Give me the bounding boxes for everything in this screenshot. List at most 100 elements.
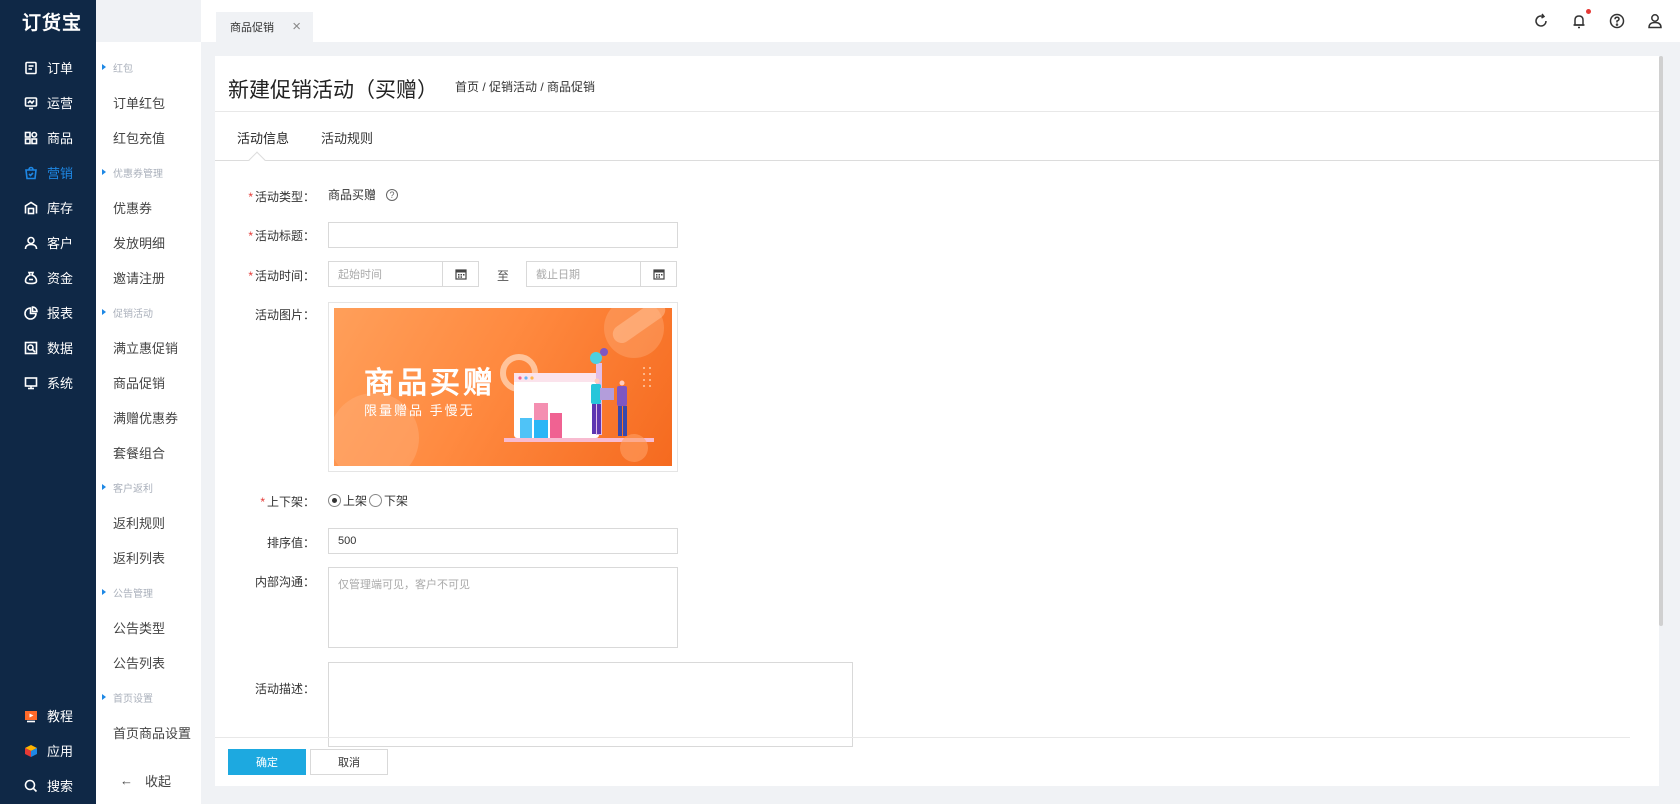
sub-item-notice-list[interactable]: 公告列表 bbox=[96, 648, 201, 676]
start-time-input[interactable]: 起始时间 bbox=[328, 261, 443, 287]
goods-icon bbox=[24, 131, 38, 145]
system-icon bbox=[24, 376, 38, 390]
nav-label: 应用 bbox=[47, 744, 74, 759]
user-icon[interactable] bbox=[1646, 12, 1664, 30]
marketing-icon bbox=[24, 166, 38, 180]
sub-group-head: 促销活动 bbox=[96, 302, 201, 322]
breadcrumb[interactable]: 首页 / 促销活动 / 商品促销 bbox=[455, 78, 595, 95]
nav-label: 数据 bbox=[47, 341, 74, 356]
sub-item-rebate-rules[interactable]: 返利规则 bbox=[96, 508, 201, 536]
nav-item-tutorial[interactable]: 教程 bbox=[0, 698, 96, 733]
help-icon[interactable] bbox=[1608, 12, 1626, 30]
nav-item-marketing[interactable]: 营销 bbox=[0, 155, 96, 190]
title-label: * 活动标题： bbox=[248, 229, 315, 243]
question-icon[interactable]: ? bbox=[386, 188, 399, 201]
title-input[interactable] bbox=[328, 222, 678, 248]
page-title: 新建促销活动（买赠） bbox=[228, 79, 438, 102]
divider bbox=[215, 160, 1659, 161]
radio-unchecked-icon bbox=[369, 494, 382, 507]
sub-group-head: 优惠券管理 bbox=[96, 162, 201, 182]
shelf-on-radio[interactable]: 上架 bbox=[328, 492, 367, 509]
sub-nav: 红包 订单红包 红包充值 优惠券管理 优惠券 发放明细 邀请注册 促销活动 满立… bbox=[96, 42, 201, 804]
nav-item-customer[interactable]: 客户 bbox=[0, 225, 96, 260]
nav-item-app[interactable]: 应用 bbox=[0, 733, 96, 768]
nav-label: 资金 bbox=[47, 271, 74, 286]
type-value: 商品买赠 ? bbox=[328, 186, 399, 203]
collapse-label: 收起 bbox=[145, 773, 172, 789]
refresh-icon[interactable] bbox=[1532, 12, 1550, 30]
shelf-label: * 上下架： bbox=[260, 495, 315, 509]
internal-textarea[interactable]: 仅管理端可见，客户不可见 bbox=[328, 567, 678, 648]
data-icon bbox=[24, 341, 38, 355]
sub-item-home-goods[interactable]: 首页商品设置 bbox=[96, 718, 201, 746]
nav-item-report[interactable]: 报表 bbox=[0, 295, 96, 330]
main-card: 新建促销活动（买赠） 首页 / 促销活动 / 商品促销 活动信息 活动规则 * 活… bbox=[215, 56, 1659, 786]
report-icon bbox=[24, 305, 38, 320]
arrow-left-icon: ← bbox=[120, 772, 133, 788]
sub-item-rebate-list[interactable]: 返利列表 bbox=[96, 543, 201, 571]
money-icon bbox=[24, 271, 38, 285]
end-date-input[interactable]: 截止日期 bbox=[526, 261, 641, 287]
collapse-button[interactable]: ← 收起 bbox=[96, 766, 201, 794]
nav-item-system[interactable]: 系统 bbox=[0, 365, 96, 400]
bell-icon[interactable] bbox=[1570, 9, 1591, 30]
nav-item-money[interactable]: 资金 bbox=[0, 260, 96, 295]
radio-checked-icon bbox=[328, 494, 341, 507]
close-icon[interactable]: × bbox=[292, 18, 301, 35]
nav-label: 营销 bbox=[47, 166, 74, 181]
internal-label: 内部沟通： bbox=[254, 575, 315, 589]
sub-item-package[interactable]: 套餐组合 bbox=[96, 438, 201, 466]
order-icon bbox=[24, 61, 38, 75]
tab-goods-promotion[interactable]: 商品促销 × bbox=[216, 12, 313, 42]
nav-label: 运营 bbox=[47, 96, 74, 111]
nav-item-operation[interactable]: 运营 bbox=[0, 85, 96, 120]
calendar-icon[interactable] bbox=[443, 261, 479, 287]
sub-item-issue-detail[interactable]: 发放明细 bbox=[96, 228, 201, 256]
sub-group-head: 红包 bbox=[96, 57, 201, 77]
nav-label: 商品 bbox=[47, 131, 74, 146]
nav-label: 库存 bbox=[47, 201, 74, 216]
scrollbar[interactable] bbox=[1659, 56, 1663, 626]
sub-group-head: 公告管理 bbox=[96, 582, 201, 602]
sub-item-notice-type[interactable]: 公告类型 bbox=[96, 613, 201, 641]
activity-banner-image: 商品买赠 限量赠品 手慢无 bbox=[334, 308, 672, 466]
nav-label: 系统 bbox=[47, 376, 74, 391]
tab-activity-rules[interactable]: 活动规则 bbox=[321, 128, 373, 147]
customer-icon bbox=[24, 236, 38, 250]
tab-label: 商品促销 bbox=[230, 22, 274, 34]
notification-dot bbox=[1586, 9, 1591, 14]
cancel-button[interactable]: 取消 bbox=[310, 749, 388, 775]
sub-group-head: 首页设置 bbox=[96, 687, 201, 707]
search-icon bbox=[24, 779, 38, 793]
nav-label: 客户 bbox=[47, 236, 74, 251]
sub-item-invite-register[interactable]: 邀请注册 bbox=[96, 263, 201, 291]
nav-item-goods[interactable]: 商品 bbox=[0, 120, 96, 155]
sub-group-head: 客户返利 bbox=[96, 477, 201, 497]
nav-item-warehouse[interactable]: 库存 bbox=[0, 190, 96, 225]
form-tabs: 活动信息 活动规则 bbox=[215, 112, 1659, 162]
calendar-icon[interactable] bbox=[641, 261, 677, 287]
confirm-button[interactable]: 确定 bbox=[228, 749, 306, 775]
desc-textarea[interactable] bbox=[328, 662, 853, 747]
nav-item-search[interactable]: 搜索 bbox=[0, 768, 96, 803]
nav-item-order[interactable]: 订单 bbox=[0, 50, 96, 85]
operation-icon bbox=[24, 96, 38, 110]
sub-item-full-discount[interactable]: 满立惠促销 bbox=[96, 333, 201, 361]
nav-label: 报表 bbox=[47, 306, 74, 321]
sort-input[interactable]: 500 bbox=[328, 528, 678, 554]
shelf-off-radio[interactable]: 下架 bbox=[369, 492, 408, 509]
sub-item-coupon[interactable]: 优惠券 bbox=[96, 193, 201, 221]
app-icon bbox=[24, 744, 38, 758]
nav-label: 订单 bbox=[47, 61, 74, 76]
sub-item-goods-promotion[interactable]: 商品促销 bbox=[96, 368, 201, 396]
top-icons bbox=[1532, 9, 1664, 30]
tab-activity-info[interactable]: 活动信息 bbox=[237, 128, 289, 147]
sub-item-redpacket-recharge[interactable]: 红包充值 bbox=[96, 123, 201, 151]
desc-label: 活动描述： bbox=[254, 682, 315, 696]
app-logo: 订货宝 bbox=[22, 12, 83, 34]
sub-item-gift-coupon[interactable]: 满赠优惠券 bbox=[96, 403, 201, 431]
activity-image-upload[interactable]: 商品买赠 限量赠品 手慢无 bbox=[328, 302, 678, 472]
nav-item-data[interactable]: 数据 bbox=[0, 330, 96, 365]
banner-title: 商品买赠 bbox=[364, 367, 496, 400]
sub-item-order-redpacket[interactable]: 订单红包 bbox=[96, 88, 201, 116]
